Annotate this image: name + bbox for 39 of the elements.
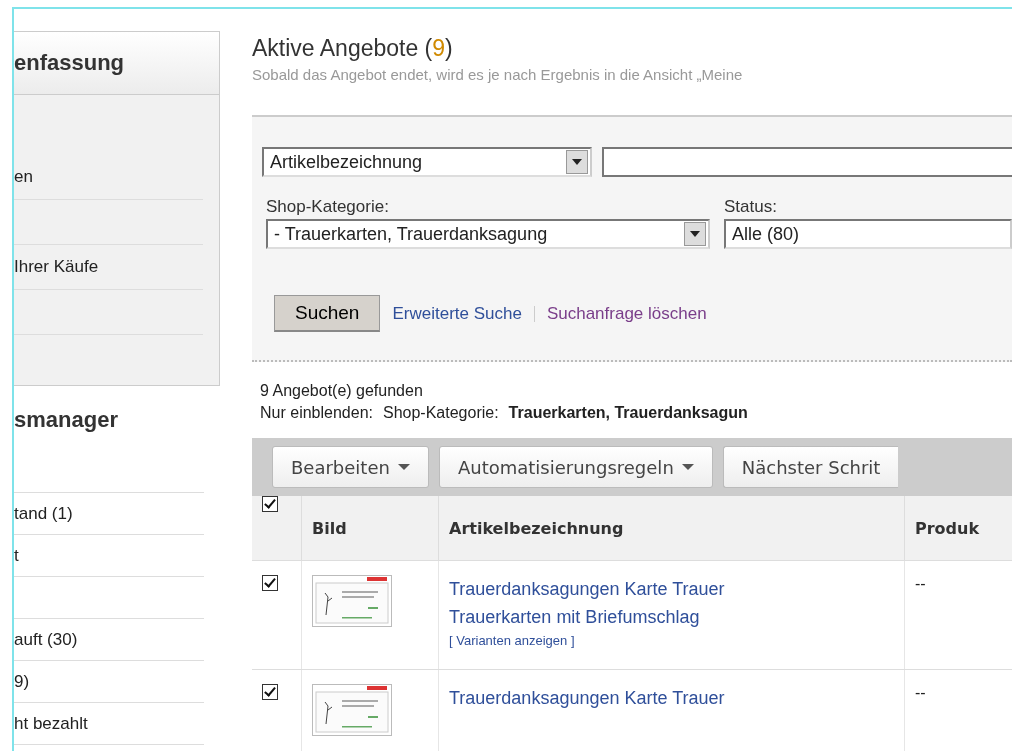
clear-search-link[interactable]: Suchanfrage löschen — [546, 303, 707, 324]
search-field[interactable] — [602, 147, 1012, 177]
results-count: 9 Angebot(e) gefunden — [260, 382, 424, 400]
variants-link[interactable]: [ Varianten anzeigen ] — [449, 633, 575, 648]
field-label: Status: — [724, 197, 778, 217]
column-header[interactable]: Produk — [915, 518, 980, 538]
column-header[interactable]: Artikelbezeichnung — [449, 518, 624, 538]
page-title: Aktive Angebote (9) — [252, 35, 454, 62]
shop-category-select[interactable]: - Trauerkarten, Trauerdanksagung — [266, 219, 710, 249]
toolbar-button[interactable]: Automatisierungsregeln — [438, 446, 713, 488]
sidebar-link[interactable]: en — [14, 167, 33, 187]
filter-value: Trauerkarten, Trauerdanksagun — [508, 404, 748, 422]
page-subtitle: Sobald das Angebot endet, wird es je nach Ergebnis in die Ansicht „Meine — [252, 66, 744, 83]
sidebar-link[interactable]: tand (1) — [14, 503, 73, 524]
item-title-link[interactable]: Trauerkarten mit Briefumschlag — [449, 603, 700, 631]
toolbar-button[interactable]: Nächster Schrit — [722, 446, 899, 488]
item-title-link[interactable]: Trauerdanksagungen Karte Trauer — [449, 684, 725, 712]
column-header[interactable]: Bild — [312, 518, 347, 538]
row-checkbox[interactable] — [262, 684, 278, 700]
advanced-search-link[interactable]: Erweiterte Suche — [392, 303, 522, 324]
filter-label: Shop-Kategorie: — [382, 404, 499, 422]
status-select[interactable]: Alle (80) — [724, 219, 1012, 249]
filter-label: Nur einblenden: — [260, 404, 373, 422]
item-title-link[interactable]: Trauerdanksagungen Karte Trauer — [449, 575, 725, 603]
toolbar-button[interactable]: Bearbeiten — [272, 446, 429, 488]
sidebar-link[interactable]: ht bezahlt — [14, 713, 88, 734]
sidebar-link[interactable]: 9) — [14, 671, 30, 692]
section-heading: smanager — [14, 407, 118, 433]
table-cell: -- — [915, 575, 926, 592]
row-checkbox[interactable] — [262, 575, 278, 591]
search-button[interactable]: Suchen — [274, 295, 381, 332]
section-heading: enfassung — [14, 50, 125, 76]
sidebar-link[interactable]: Ihrer Käufe — [14, 257, 99, 277]
table-cell: -- — [915, 684, 926, 701]
sidebar-link[interactable]: auft (30) — [14, 629, 78, 650]
field-select[interactable]: Artikelbezeichnung — [262, 147, 592, 177]
sidebar-link[interactable]: t — [14, 545, 19, 566]
select-all-checkbox[interactable] — [262, 496, 278, 512]
field-label: Shop-Kategorie: — [266, 197, 390, 217]
